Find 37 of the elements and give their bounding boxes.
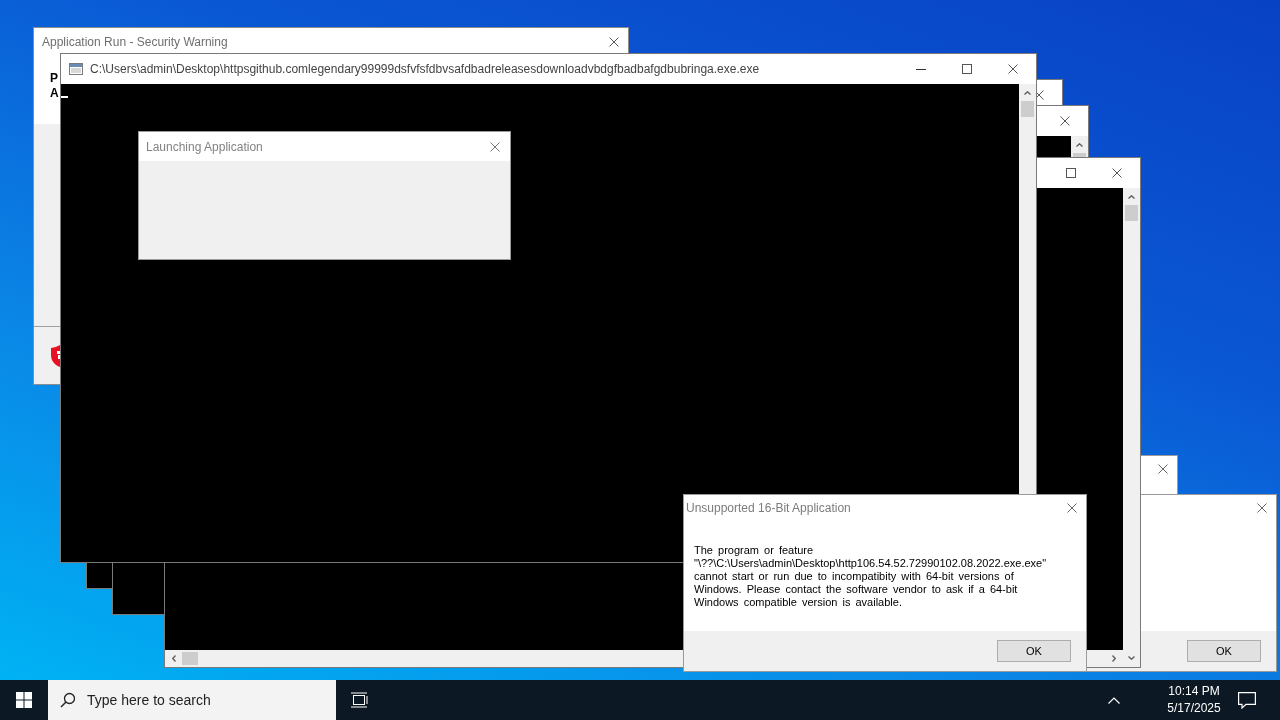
scrollbar-thumb[interactable] (182, 652, 198, 665)
scrollbar-thumb[interactable] (1125, 205, 1138, 221)
close-icon[interactable] (609, 36, 619, 47)
close-icon[interactable] (1008, 64, 1018, 74)
scrollbar-thumb[interactable] (1073, 153, 1086, 157)
ok-button[interactable]: OK (997, 640, 1071, 662)
window-title: Unsupported 16-Bit Application (686, 500, 851, 515)
clock-date: 5/17/2025 (1167, 700, 1221, 717)
speech-bubble-icon[interactable] (1238, 691, 1256, 709)
close-icon[interactable] (1257, 502, 1267, 513)
chevron-left-icon[interactable] (172, 655, 176, 662)
close-icon[interactable] (490, 141, 500, 152)
window-title: Launching Application (146, 139, 263, 154)
terminal-window-icon (69, 63, 83, 75)
ok-button[interactable]: OK (1187, 640, 1261, 662)
window-title: C:\Users\admin\Desktop\httpsgithub.comlegendary99999dsfvfsfdbvsafdbadreleasesdownloadvbdgfbadbafgdbubringa.exe.exe (90, 62, 760, 76)
close-icon[interactable] (1158, 463, 1168, 474)
search-field[interactable]: Type here to search (48, 680, 336, 720)
vertical-scrollbar[interactable] (1123, 188, 1140, 667)
clock-time: 10:14 PM (1168, 683, 1220, 700)
square-icon[interactable] (962, 64, 972, 74)
search-icon (60, 692, 76, 708)
close-icon[interactable] (1067, 502, 1077, 513)
stacked-windows-icon[interactable] (351, 692, 369, 708)
minus-icon[interactable] (916, 68, 926, 70)
dialog-message: The program or feature "\??\C:\Users\admin\Desktop\http106.54.52.72990102.08.2022.exe.exe" cannot start or run due to incompatibity with 64-bit versions of Windows. Please contact the software vendor to ask if a 64-bit Windows compatible version is available. (694, 544, 1048, 609)
windows-logo-icon[interactable] (16, 692, 32, 708)
square-icon[interactable] (1066, 168, 1076, 178)
window-title: Application Run - Security Warning (42, 34, 228, 49)
chevron-right-icon[interactable] (1112, 655, 1116, 662)
warning-text: A (50, 86, 59, 101)
chevron-down-icon[interactable] (1128, 656, 1135, 660)
close-icon[interactable] (1112, 168, 1122, 178)
scrollbar-thumb[interactable] (1021, 101, 1034, 117)
close-icon[interactable] (1034, 90, 1044, 100)
warning-text: P (50, 71, 58, 86)
close-icon[interactable] (1060, 116, 1070, 126)
